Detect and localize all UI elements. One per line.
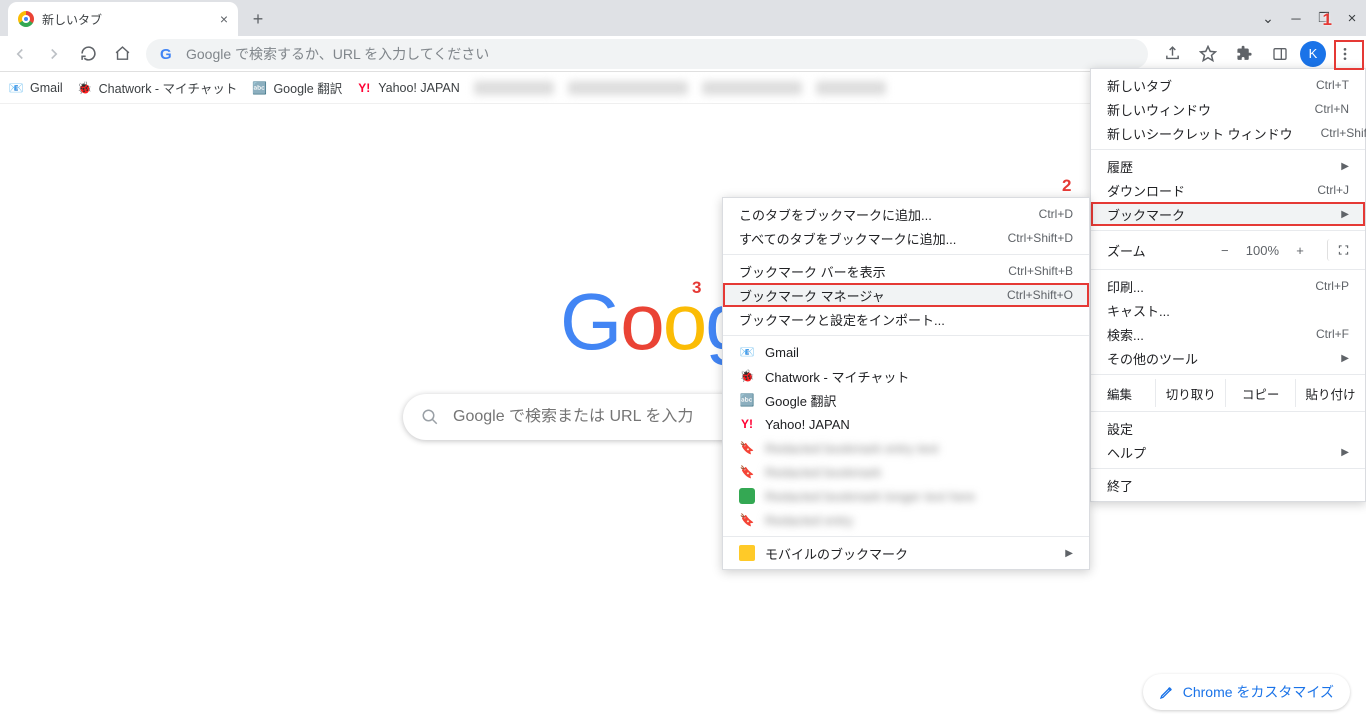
chevron-right-icon: ▶ [1341,161,1349,172]
chrome-icon [18,11,34,27]
zoom-out-button[interactable]: − [1214,239,1236,261]
bookmark-google-translate[interactable]: 🔤Google 翻訳 [251,78,342,97]
forward-button[interactable] [38,38,70,70]
sidepanel-icon[interactable] [1264,38,1296,70]
menu-zoom: ズーム − 100% + [1091,235,1365,265]
submenu-bookmark-chatwork[interactable]: 🐞Chatwork - マイチャット [723,364,1089,388]
menu-incognito[interactable]: 新しいシークレット ウィンドウCtrl+Shift+N [1091,121,1365,145]
chevron-right-icon: ▶ [1341,447,1349,458]
home-button[interactable] [106,38,138,70]
bookmarks-submenu: このタブをブックマークに追加...Ctrl+D すべてのタブをブックマークに追加… [722,197,1090,570]
search-icon [421,408,439,426]
bookmark-gmail[interactable]: 📧Gmail [8,80,63,96]
menu-help[interactable]: ヘルプ▶ [1091,440,1365,464]
menu-history[interactable]: 履歴▶ [1091,154,1365,178]
reload-button[interactable] [72,38,104,70]
fullscreen-button[interactable] [1327,239,1349,261]
extensions-icon[interactable] [1228,38,1260,70]
menu-cut[interactable]: 切り取り [1156,379,1226,407]
bookmark-redacted[interactable] [568,81,688,95]
bookmark-redacted[interactable] [702,81,802,95]
menu-new-tab[interactable]: 新しいタブCtrl+T [1091,73,1365,97]
submenu-bookmark-gmail[interactable]: 📧Gmail [723,340,1089,364]
minimize-button[interactable]: ─ [1282,4,1310,32]
browser-tab[interactable]: 新しいタブ × [8,2,238,36]
submenu-show-bookmark-bar[interactable]: ブックマーク バーを表示Ctrl+Shift+B [723,259,1089,283]
chatwork-icon: 🐞 [77,80,93,96]
submenu-bookmark-yahoo-japan[interactable]: Y!Yahoo! JAPAN [723,412,1089,436]
main-menu: 新しいタブCtrl+T 新しいウィンドウCtrl+N 新しいシークレット ウィン… [1090,68,1366,502]
submenu-bookmark-all-tabs[interactable]: すべてのタブをブックマークに追加...Ctrl+Shift+D [723,226,1089,250]
menu-edit: 編集 切り取り コピー 貼り付け [1091,379,1365,407]
menu-cast[interactable]: キャスト... [1091,298,1365,322]
address-placeholder: Google で検索するか、URL を入力してください [186,44,489,64]
pencil-icon [1159,684,1175,700]
folder-icon [739,545,755,561]
menu-print[interactable]: 印刷...Ctrl+P [1091,274,1365,298]
tab-title: 新しいタブ [42,11,102,28]
submenu-bookmark-redacted[interactable]: 🔖Redacted bookmark [723,460,1089,484]
tab-search-icon[interactable]: ⌄ [1254,4,1282,32]
yahoo-icon: Y! [739,416,755,432]
bookmark-redacted[interactable] [474,81,554,95]
zoom-in-button[interactable]: + [1289,239,1311,261]
close-window-button[interactable]: × [1338,4,1366,32]
menu-new-window[interactable]: 新しいウィンドウCtrl+N [1091,97,1365,121]
bookmark-star-icon[interactable] [1192,38,1224,70]
menu-copy[interactable]: コピー [1226,379,1296,407]
menu-settings[interactable]: 設定 [1091,416,1365,440]
tab-close-icon[interactable]: × [220,11,228,27]
share-icon[interactable] [1156,38,1188,70]
gmail-icon: 📧 [8,80,24,96]
submenu-mobile-bookmarks[interactable]: モバイルのブックマーク▶ [723,541,1089,565]
customize-chrome-button[interactable]: Chrome をカスタマイズ [1143,674,1350,710]
main-menu-button[interactable] [1330,39,1360,69]
menu-paste[interactable]: 貼り付け [1296,379,1365,407]
bookmark-yahoo-japan[interactable]: Y!Yahoo! JAPAN [356,80,460,96]
menu-find[interactable]: 検索...Ctrl+F [1091,322,1365,346]
chevron-right-icon: ▶ [1341,353,1349,364]
bookmark-chatwork[interactable]: 🐞Chatwork - マイチャット [77,78,238,97]
new-tab-button[interactable]: + [244,5,272,33]
annotation-number-2: 2 [1062,176,1071,196]
annotation-number-3: 3 [692,278,701,298]
submenu-bookmark-redacted[interactable]: 🔖Redacted entry [723,508,1089,532]
submenu-import-bookmarks[interactable]: ブックマークと設定をインポート... [723,307,1089,331]
submenu-bookmark-google-translate[interactable]: 🔤Google 翻訳 [723,388,1089,412]
yahoo-icon: Y! [356,80,372,96]
translate-icon: 🔤 [251,80,267,96]
translate-icon: 🔤 [739,392,755,408]
back-button[interactable] [4,38,36,70]
google-g-icon: G [160,46,176,62]
gmail-icon: 📧 [739,344,755,360]
profile-avatar[interactable]: K [1300,41,1326,67]
menu-more-tools[interactable]: その他のツール▶ [1091,346,1365,370]
chevron-right-icon: ▶ [1065,548,1073,559]
zoom-value: 100% [1246,243,1279,258]
chatwork-icon: 🐞 [739,368,755,384]
submenu-bookmark-this-tab[interactable]: このタブをブックマークに追加...Ctrl+D [723,202,1089,226]
chevron-right-icon: ▶ [1341,209,1349,220]
menu-downloads[interactable]: ダウンロードCtrl+J [1091,178,1365,202]
menu-bookmarks[interactable]: ブックマーク▶ [1091,202,1365,226]
menu-exit[interactable]: 終了 [1091,473,1365,497]
bookmark-redacted[interactable] [816,81,886,95]
annotation-number-1: 1 [1323,10,1332,30]
submenu-bookmark-redacted[interactable]: Redacted bookmark longer text here [723,484,1089,508]
address-bar[interactable]: G Google で検索するか、URL を入力してください [146,39,1148,69]
submenu-bookmark-redacted[interactable]: 🔖Redacted bookmark entry text [723,436,1089,460]
submenu-bookmark-manager[interactable]: ブックマーク マネージャCtrl+Shift+O [723,283,1089,307]
